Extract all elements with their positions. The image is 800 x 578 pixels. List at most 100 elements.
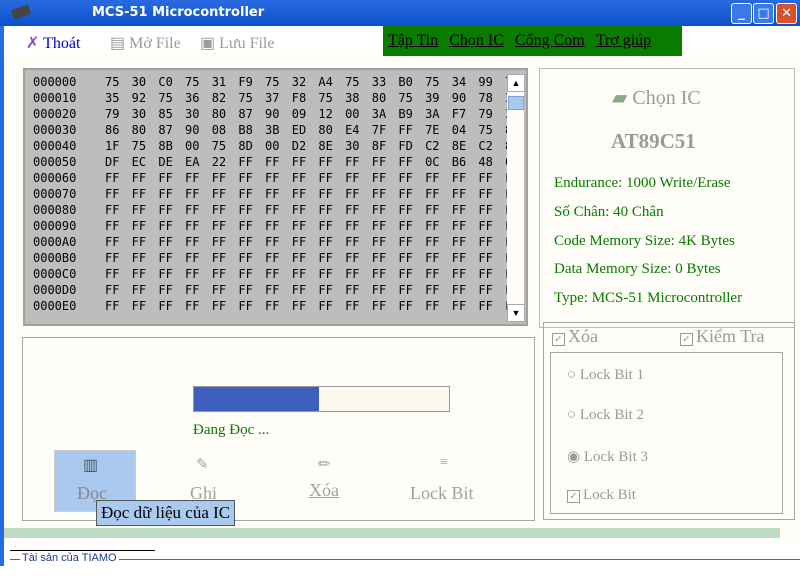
hex-address: 000090 (33, 219, 77, 233)
open-label: Mở File (129, 35, 181, 52)
hex-row: 0000A0 FF FF FF FF FF FF FF FF FF FF FF F… (33, 235, 520, 251)
hex-viewer[interactable]: 000000 75 30 C0 75 31 F9 75 32 A4 75 33 B… (23, 68, 528, 326)
write-icon: ✎ (196, 457, 209, 473)
read-icon: ▥ (83, 457, 99, 474)
check-icon: ✓ (552, 333, 565, 346)
status-text: Đang Đọc ... (193, 422, 270, 438)
ic-pins: Số Chân: 40 Chân (554, 204, 664, 220)
disk-icon: ▣ (200, 35, 216, 52)
hex-bytes: FF FF FF FF FF FF FF FF FF FF FF FF FF F… (105, 171, 520, 185)
title-bar: MCS-51 Microcontroller _ □ ✕ (0, 0, 800, 26)
hex-row: 000070 FF FF FF FF FF FF FF FF FF FF FF F… (33, 187, 520, 203)
ic-chip-icon: ▰ (612, 87, 628, 109)
scroll-thumb[interactable] (508, 96, 524, 110)
hex-bytes: FF FF FF FF FF FF FF FF FF FF FF FF FF F… (105, 283, 520, 297)
save-file-button[interactable]: ▣ Lưu File (200, 33, 274, 53)
hex-address: 0000D0 (33, 283, 77, 297)
hex-row: 000000 75 30 C0 75 31 F9 75 32 A4 75 33 B… (33, 75, 520, 91)
hex-row: 0000E0 FF FF FF FF FF FF FF FF FF FF FF F… (33, 299, 520, 315)
hex-bytes: DF EC DE EA 22 FF FF FF FF FF FF FF 0C B… (105, 155, 520, 169)
hex-address: 000050 (33, 155, 77, 169)
scroll-down-icon[interactable]: ▼ (507, 304, 525, 322)
choose-ic-label: Chọn IC (632, 87, 701, 109)
hex-row: 000020 79 30 85 30 80 87 90 09 12 00 3A B… (33, 107, 520, 123)
exit-icon: ✗ (26, 35, 40, 52)
ic-model: AT89C51 (611, 129, 696, 153)
status-strip (4, 528, 780, 538)
menu-bar: Tập Tin Chọn IC Cổng Com Trợ giúp (383, 26, 682, 56)
menu-help[interactable]: Trợ giúp (596, 32, 651, 50)
lockbit-button[interactable]: Lock Bit (410, 483, 474, 504)
hex-address: 0000E0 (33, 299, 77, 313)
hex-bytes: FF FF FF FF FF FF FF FF FF FF FF FF FF F… (105, 235, 520, 249)
erase-option-label: Xóa (568, 326, 598, 346)
hex-row: 0000B0 FF FF FF FF FF FF FF FF FF FF FF F… (33, 251, 520, 267)
erase-checkbox[interactable]: ✓ Xóa (552, 326, 598, 347)
save-label: Lưu File (219, 35, 275, 52)
hex-row: 0000C0 FF FF FF FF FF FF FF FF FF FF FF F… (33, 267, 520, 283)
lock2-label: Lock Bit 2 (579, 407, 644, 423)
hex-address: 0000A0 (33, 235, 77, 249)
open-file-button[interactable]: ▤ Mở File (110, 33, 181, 53)
hex-bytes: 79 30 85 30 80 87 90 09 12 00 3A B9 3A F… (105, 107, 520, 121)
hex-address: 000070 (33, 187, 77, 201)
hex-address: 0000B0 (33, 251, 77, 265)
hex-row: 000090 FF FF FF FF FF FF FF FF FF FF FF F… (33, 219, 520, 235)
hex-row: 000040 1F 75 8B 00 75 8D 00 D2 8E 30 8F F… (33, 139, 520, 155)
verify-checkbox[interactable]: ✓ Kiểm Tra (680, 326, 765, 347)
ic-code-memory: Code Memory Size: 4K Bytes (554, 233, 735, 249)
hex-bytes: FF FF FF FF FF FF FF FF FF FF FF FF FF F… (105, 187, 520, 201)
window-title: MCS-51 Microcontroller (92, 5, 265, 20)
hex-address: 000060 (33, 171, 77, 185)
lockbit-checkbox[interactable]: ✓ Lock Bit (567, 487, 636, 504)
lockbit1-radio[interactable]: ○ Lock Bit 1 (567, 367, 644, 384)
erase-button[interactable]: Xóa (309, 480, 339, 501)
menu-com-port[interactable]: Cổng Com (515, 32, 585, 50)
folder-icon: ▤ (110, 35, 126, 52)
exit-button[interactable]: ✗ Thoát (26, 33, 80, 53)
tooltip: Đọc dữ liệu của IC (96, 500, 236, 526)
lock3-label: Lock Bit 3 (583, 449, 649, 465)
check-icon: ✓ (680, 333, 693, 346)
hex-row: 0000D0 FF FF FF FF FF FF FF FF FF FF FF F… (33, 283, 520, 299)
hex-bytes: 35 92 75 36 82 75 37 F8 75 38 80 75 39 9… (105, 91, 520, 105)
lockbit2-radio[interactable]: ○ Lock Bit 2 (567, 407, 644, 424)
ic-info-panel: ▰ Chọn IC AT89C51 Endurance: 1000 Write/… (539, 68, 795, 328)
hex-bytes: FF FF FF FF FF FF FF FF FF FF FF FF FF F… (105, 299, 520, 313)
exit-label: Thoát (43, 35, 81, 52)
progress-bar (193, 386, 450, 412)
hex-bytes: 1F 75 8B 00 75 8D 00 D2 8E 30 8F FD C2 8… (105, 139, 520, 153)
hex-row: 000030 86 80 87 90 08 B8 3B ED 80 E4 7F F… (33, 123, 520, 139)
hex-bytes: 86 80 87 90 08 B8 3B ED 80 E4 7F FF 7E 0… (105, 123, 520, 137)
scroll-up-icon[interactable]: ▲ (507, 74, 525, 92)
ic-endurance: Endurance: 1000 Write/Erase (554, 175, 731, 191)
hex-row: 000010 35 92 75 36 82 75 37 F8 75 38 80 7… (33, 91, 520, 107)
vertical-scrollbar[interactable]: ▲ ▼ (507, 74, 525, 322)
ic-data-memory: Data Memory Size: 0 Bytes (554, 261, 721, 277)
hex-address: 000020 (33, 107, 77, 121)
footer-label: Tài sản của TIAMO (20, 552, 119, 564)
verify-option-label: Kiểm Tra (696, 326, 765, 346)
erase-icon: ✏ (318, 457, 331, 473)
ic-type: Type: MCS-51 Microcontroller (554, 290, 743, 306)
choose-ic-button[interactable]: ▰ Chọn IC (612, 85, 701, 110)
chip-icon (10, 4, 32, 20)
hex-address: 000000 (33, 75, 77, 89)
lockbit3-radio[interactable]: ◉ Lock Bit 3 (567, 447, 648, 466)
hex-bytes: 75 30 C0 75 31 F9 75 32 A4 75 33 B0 75 3… (105, 75, 520, 89)
lock-icon: ≡ (440, 455, 448, 470)
menu-file[interactable]: Tập Tin (388, 32, 438, 50)
maximize-button[interactable]: □ (753, 3, 774, 24)
footer-group: Tài sản của TIAMO (10, 552, 800, 564)
hex-bytes: FF FF FF FF FF FF FF FF FF FF FF FF FF F… (105, 219, 520, 233)
hex-bytes: FF FF FF FF FF FF FF FF FF FF FF FF FF F… (105, 251, 520, 265)
lock1-label: Lock Bit 1 (579, 367, 644, 383)
close-button[interactable]: ✕ (776, 3, 797, 24)
hex-row: 000050 DF EC DE EA 22 FF FF FF FF FF FF F… (33, 155, 520, 171)
menu-choose-ic[interactable]: Chọn IC (449, 32, 504, 50)
hex-address: 0000C0 (33, 267, 77, 281)
minimize-button[interactable]: _ (731, 3, 752, 24)
hex-address: 000010 (33, 91, 77, 105)
divider (10, 550, 155, 551)
hex-address: 000080 (33, 203, 77, 217)
